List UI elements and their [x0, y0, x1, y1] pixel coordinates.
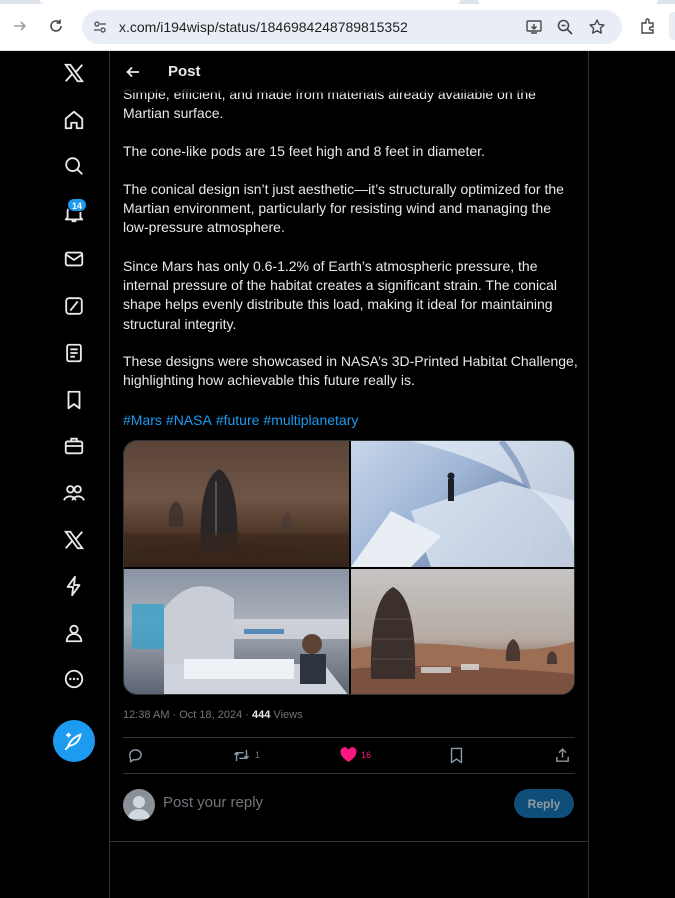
reply-input[interactable]: Post your reply — [163, 794, 263, 811]
post-timestamp: 12:38 AM · Oct 18, 2024 · 444 Views — [123, 709, 303, 721]
post-paragraph-4: Since Mars has only 0.6-1.2% of Earth’s … — [123, 258, 557, 332]
feather-plus-icon — [64, 732, 82, 751]
post-paragraph-3: The conical design isn’t just aesthetic—… — [123, 181, 564, 236]
jobs-icon[interactable] — [61, 433, 87, 459]
premium-icon[interactable] — [61, 527, 87, 553]
reload-icon[interactable] — [42, 12, 70, 40]
column-border-left — [109, 51, 110, 898]
bookmark-icon — [450, 747, 463, 763]
bookmarks-icon[interactable] — [61, 387, 87, 413]
messages-icon[interactable] — [61, 246, 87, 272]
post-paragraph-5: These designs were showcased in NASA’s 3… — [123, 353, 578, 389]
repost-count: 1 — [255, 750, 261, 760]
avatar[interactable] — [123, 789, 155, 821]
media-image-habitat-interior[interactable] — [351, 441, 574, 567]
compose-post-button[interactable] — [53, 720, 95, 762]
media-image-mars-pods-dusk[interactable] — [124, 441, 349, 567]
heart-icon — [340, 747, 357, 763]
share-action[interactable] — [554, 745, 571, 765]
grok-icon[interactable] — [61, 293, 87, 319]
media-image-mars-landscape[interactable] — [351, 569, 574, 694]
media-image-living-quarters[interactable] — [124, 569, 349, 694]
page-title: Post — [168, 63, 201, 80]
install-app-icon[interactable] — [522, 15, 546, 39]
hashtags: #Mars #NASA #future #multiplanetary — [123, 411, 362, 430]
extensions-icon[interactable] — [634, 12, 662, 40]
profile-menu-edge[interactable] — [669, 12, 675, 40]
composer-divider — [110, 841, 588, 842]
share-icon — [556, 747, 569, 762]
divider-bottom — [123, 773, 575, 774]
like-action[interactable]: 16 — [340, 745, 371, 765]
more-icon[interactable] — [61, 666, 87, 692]
notifications-badge: 14 — [67, 198, 87, 212]
profile-icon[interactable] — [61, 620, 87, 646]
communities-icon[interactable] — [61, 480, 87, 506]
back-arrow-icon[interactable] — [122, 61, 144, 83]
forward-icon[interactable] — [6, 12, 34, 40]
like-count: 16 — [361, 750, 372, 760]
verified-orgs-icon[interactable] — [61, 573, 87, 599]
post-actions: 1 16 — [123, 742, 575, 768]
bookmark-star-icon[interactable] — [585, 15, 609, 39]
bookmark-action[interactable] — [449, 745, 464, 765]
search-icon[interactable] — [61, 153, 87, 179]
zoom-icon[interactable] — [553, 15, 577, 39]
x-logo-icon[interactable] — [61, 60, 87, 86]
repost-icon — [233, 749, 250, 761]
post-time[interactable]: 12:38 AM · Oct 18, 2024 · — [123, 709, 252, 721]
post-paragraph-2: The cone-like pods are 15 feet high and … — [123, 143, 485, 159]
reply-icon — [129, 748, 142, 763]
url-text[interactable]: x.com/i194wisp/status/184698424878981535… — [119, 19, 408, 35]
views-label: Views — [270, 709, 303, 721]
home-icon[interactable] — [61, 107, 87, 133]
hashtag-link[interactable]: #Mars — [123, 412, 162, 428]
address-bar[interactable]: x.com/i194wisp/status/184698424878981535… — [82, 10, 622, 44]
repost-action[interactable]: 1 — [232, 745, 260, 765]
default-avatar-icon — [128, 796, 150, 819]
reply-button[interactable]: Reply — [514, 789, 574, 818]
post-header: Post — [110, 51, 588, 93]
browser-toolbar: x.com/i194wisp/status/184698424878981535… — [0, 0, 675, 51]
divider-top — [123, 737, 575, 738]
tab-strip — [0, 0, 675, 4]
views-count: 444 — [252, 709, 271, 721]
lists-icon[interactable] — [61, 340, 87, 366]
hashtag-link[interactable]: #future — [216, 412, 260, 428]
hashtag-link[interactable]: #multiplanetary — [263, 412, 358, 428]
media-grid — [123, 440, 575, 695]
site-info-icon[interactable] — [88, 15, 112, 39]
column-border-right — [588, 51, 589, 898]
reply-action[interactable] — [127, 745, 148, 765]
hashtag-link[interactable]: #NASA — [166, 412, 212, 428]
